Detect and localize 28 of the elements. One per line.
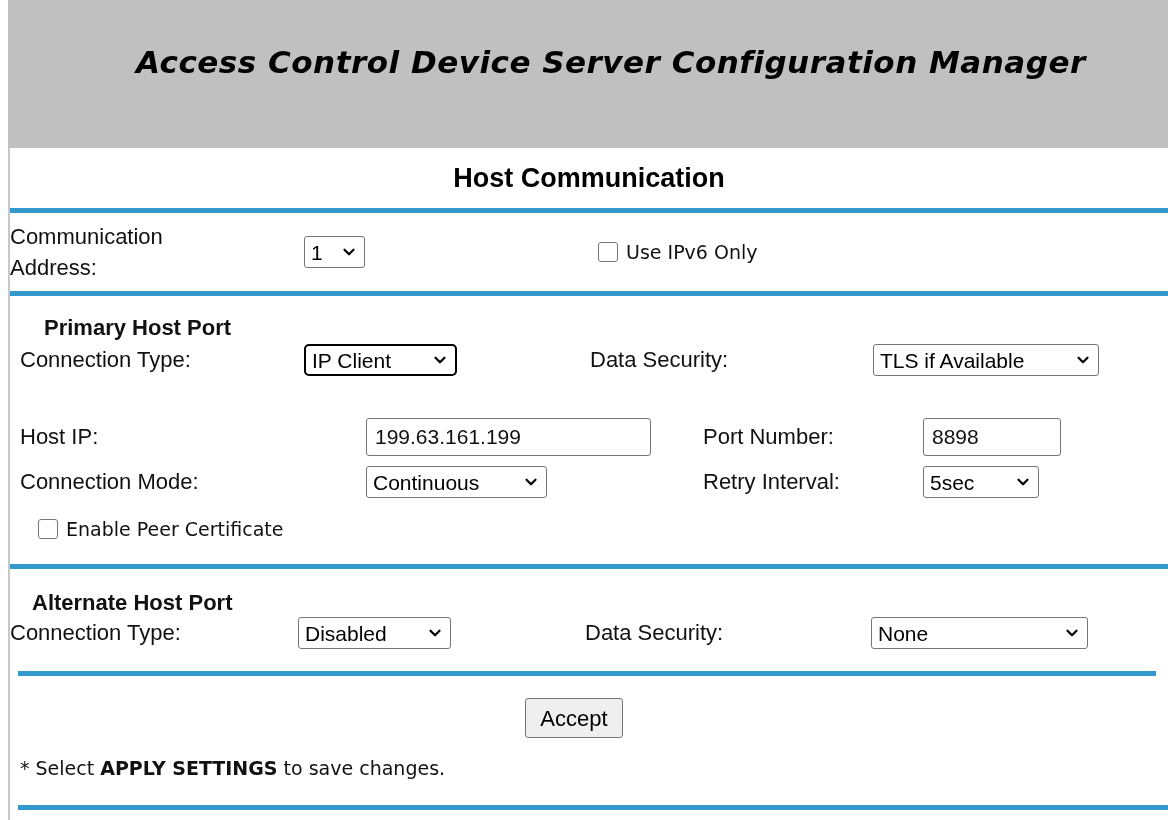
- checkbox[interactable]: [38, 519, 58, 539]
- dropdown[interactable]: None: [871, 617, 1088, 649]
- port-number-field[interactable]: 8898: [923, 418, 1061, 456]
- accept-button[interactable]: Accept: [525, 698, 623, 738]
- subsection-heading: Alternate Host Port: [31, 589, 233, 617]
- field-label: Data Security:: [585, 620, 724, 645]
- app-title: Access Control Device Server Configuration Manager: [136, 42, 1086, 82]
- host-ip-field[interactable]: 199.63.161.199: [366, 418, 651, 456]
- dropdown[interactable]: 5sec: [923, 466, 1039, 498]
- field-label: Connection Mode:: [20, 469, 199, 494]
- dropdown[interactable]: Disabled: [298, 617, 451, 649]
- footnote: * Select APPLY SETTINGS to save changes.: [20, 757, 446, 779]
- field-label: Host IP:: [20, 424, 99, 449]
- subsection-heading: Primary Host Port: [43, 314, 232, 342]
- field-label: Port Number:: [703, 424, 834, 449]
- dropdown[interactable]: IP Client: [304, 344, 457, 376]
- dropdown[interactable]: TLS if Available: [873, 344, 1099, 376]
- field-label: Communication Address:: [10, 223, 164, 282]
- dropdown[interactable]: 1: [304, 236, 365, 268]
- field-label: Connection Type:: [20, 347, 191, 372]
- checkbox[interactable]: [598, 242, 618, 262]
- checkbox-label: Use IPv6 Only: [626, 239, 758, 265]
- field-label: Data Security:: [590, 347, 729, 372]
- dropdown[interactable]: Continuous: [366, 466, 547, 498]
- field-label: Connection Type:: [10, 620, 181, 645]
- section-title: Host Communication: [453, 161, 725, 195]
- field-label: Retry Interval:: [703, 469, 840, 494]
- checkbox-label: Enable Peer Certificate: [66, 516, 284, 542]
